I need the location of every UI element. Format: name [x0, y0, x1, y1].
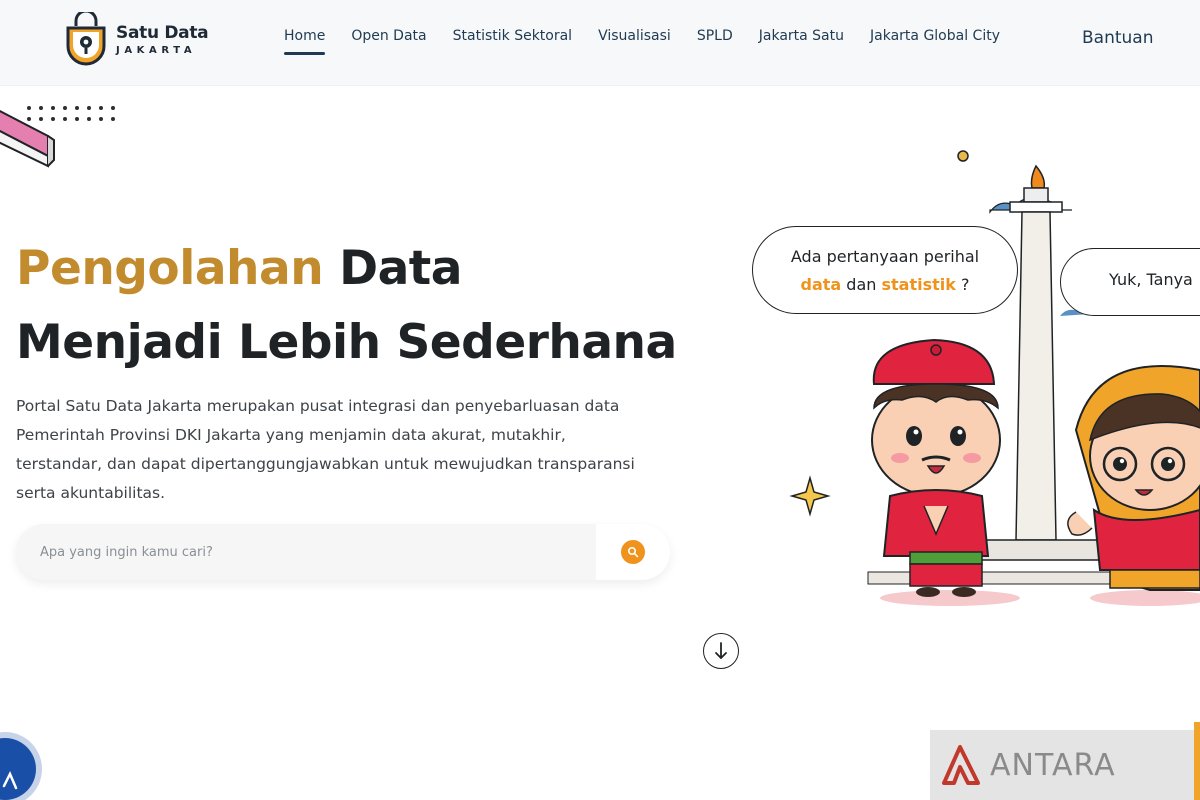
brand-title: Satu Data — [116, 22, 209, 43]
nav-item-jakarta-satu[interactable]: Jakarta Satu — [759, 28, 844, 44]
page: Satu Data JAKARTA Home Open Data Statist… — [0, 0, 1200, 800]
top-navbar: Satu Data JAKARTA Home Open Data Statist… — [0, 0, 1200, 86]
nav-item-spld[interactable]: SPLD — [697, 28, 733, 44]
antara-watermark: ANTARA — [930, 730, 1200, 800]
hero-title-accent: Pengolahan — [16, 241, 324, 296]
hero-title-rest: Data — [339, 241, 462, 296]
brand-subtitle: JAKARTA — [116, 44, 197, 56]
watermark-text: ANTARA — [990, 747, 1116, 783]
search-bar — [16, 524, 670, 580]
search-button[interactable] — [596, 524, 670, 580]
nav-item-open-data[interactable]: Open Data — [351, 28, 426, 44]
main-nav: Home Open Data Statistik Sektoral Visual… — [284, 28, 1026, 55]
hero-illustration — [789, 150, 1200, 606]
nav-item-visualisasi[interactable]: Visualisasi — [598, 28, 671, 44]
speech-bubble-ask: Yuk, Tanya — [1060, 248, 1200, 316]
scroll-down-button[interactable] — [703, 633, 739, 669]
search-input[interactable] — [40, 524, 600, 580]
hero-title: Pengolahan Data Menjadi Lebih Sederhana — [16, 232, 677, 380]
antara-logo-icon — [942, 745, 980, 785]
dots-decoration — [27, 106, 115, 121]
bubble-line1: Ada pertanyaan perihal — [790, 247, 980, 266]
bubble-word-dan: dan — [846, 275, 877, 294]
hero-description: Portal Satu Data Jakarta merupakan pusat… — [16, 397, 635, 502]
hero-title-line2: Menjadi Lebih Sederhana — [16, 315, 677, 370]
nav-item-home[interactable]: Home — [284, 28, 326, 55]
speech-bubble-question: Ada pertanyaan perihal data dan statisti… — [752, 226, 1018, 314]
search-icon — [621, 540, 645, 564]
bubble-question-mark: ? — [961, 275, 970, 294]
edge-accent — [1194, 722, 1200, 800]
arrow-down-icon — [715, 642, 727, 659]
logo-icon — [66, 12, 106, 66]
nav-item-statistik-sektoral[interactable]: Statistik Sektoral — [453, 28, 572, 44]
chat-icon — [2, 771, 18, 790]
bubble-word-data: data — [800, 275, 842, 294]
help-link[interactable]: Bantuan — [1082, 28, 1154, 48]
chat-button[interactable] — [0, 738, 36, 800]
nav-item-jakarta-global-city[interactable]: Jakarta Global City — [870, 28, 1000, 44]
brand-logo[interactable]: Satu Data JAKARTA — [64, 12, 209, 66]
bubble-word-statistik: statistik — [881, 275, 956, 294]
